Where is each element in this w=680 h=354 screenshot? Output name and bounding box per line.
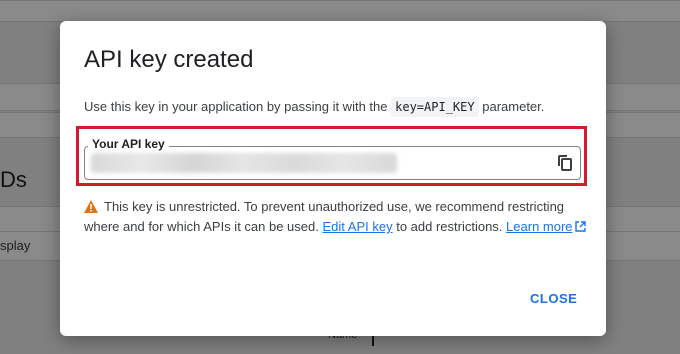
- learn-more-label: Learn more: [506, 219, 573, 234]
- edit-api-key-link[interactable]: Edit API key: [322, 219, 392, 234]
- background-heading: Ds: [0, 167, 27, 192]
- api-key-dialog: API key created Use this key in your app…: [60, 21, 606, 336]
- copy-button[interactable]: [554, 152, 576, 174]
- background-row-text: splay: [0, 238, 31, 253]
- close-button[interactable]: CLOSE: [530, 291, 577, 306]
- api-key-field-label: Your API key: [88, 137, 169, 151]
- warning-message: This key is unrestricted. To prevent una…: [84, 197, 594, 237]
- external-link-icon: [574, 221, 586, 232]
- learn-more-link[interactable]: Learn more: [506, 219, 586, 234]
- copy-icon: [558, 155, 572, 171]
- description-prefix: Use this key in your application by pass…: [84, 99, 388, 114]
- dialog-title: API key created: [84, 46, 254, 73]
- warning-text-suffix: to add restrictions.: [396, 219, 503, 234]
- description-code: key=API_KEY: [391, 97, 479, 117]
- masked-api-key-value[interactable]: [91, 153, 397, 173]
- description-suffix: parameter.: [482, 99, 545, 114]
- warning-icon: [84, 200, 98, 213]
- background-header-band: [0, 0, 680, 22]
- dialog-description: Use this key in your application by pass…: [84, 97, 545, 117]
